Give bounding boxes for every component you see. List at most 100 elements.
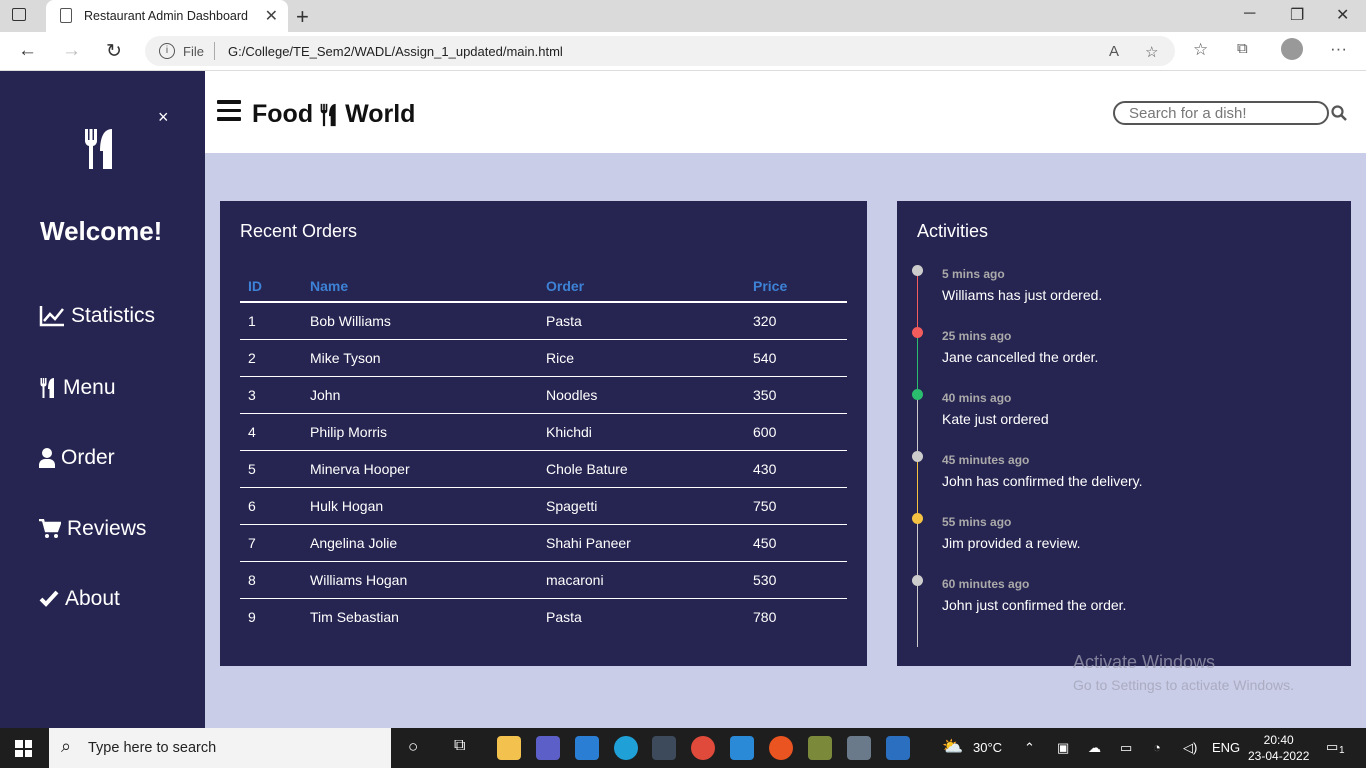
cell-price: 530	[745, 561, 847, 599]
cell-id: 7	[240, 524, 302, 562]
timeline-connector	[917, 461, 918, 517]
activity-time: 55 mins ago	[942, 515, 1012, 529]
cell-id: 9	[248, 608, 256, 625]
sidebar-item-about[interactable]: About	[39, 587, 120, 611]
cell-name: Mike Tyson	[302, 339, 538, 377]
collections-icon[interactable]: ⧉	[1237, 40, 1248, 57]
read-aloud-icon[interactable]: A	[1109, 43, 1119, 60]
new-tab-icon[interactable]: +	[296, 4, 309, 30]
table-row: 5 Minerva Hooper Chole Bature 430	[240, 450, 847, 488]
window-app-icon[interactable]	[886, 736, 910, 760]
timeline-connector	[917, 523, 918, 579]
teams-icon[interactable]	[536, 736, 560, 760]
app-icon[interactable]	[808, 736, 832, 760]
chart-line-icon	[39, 306, 64, 327]
file-explorer-icon[interactable]	[497, 736, 521, 760]
wifi-icon[interactable]: ◔	[1153, 740, 1161, 755]
cell-price: 600	[745, 413, 847, 451]
table-row: 9 Tim Sebastian Pasta 780	[240, 598, 847, 635]
meet-now-icon[interactable]: ▣	[1057, 740, 1069, 756]
forward-icon[interactable]: →	[62, 40, 81, 62]
user-icon	[39, 448, 55, 468]
activity-time: 5 mins ago	[942, 267, 1005, 281]
sidebar-item-label: Statistics	[71, 304, 156, 327]
timeline-dot	[912, 513, 923, 524]
sidebar-item-menu[interactable]: Menu	[39, 376, 116, 400]
task-view-icon[interactable]: ⧉	[454, 737, 465, 755]
activate-windows-hint: Go to Settings to activate Windows.	[1073, 677, 1294, 693]
activity-text: Jim provided a review.	[942, 535, 1081, 551]
weather-icon[interactable]: ⛅	[942, 737, 963, 757]
table-header-row: ID Name Order Price	[240, 271, 847, 303]
show-hidden-icons-icon[interactable]: ⌃	[1024, 740, 1035, 756]
url-divider	[214, 42, 215, 60]
windows-start-icon[interactable]	[15, 740, 32, 757]
cell-price: 780	[753, 608, 777, 625]
add-favorite-icon[interactable]: ☆	[1145, 43, 1158, 61]
restore-icon[interactable]: ❐	[1290, 5, 1304, 25]
tab-actions-icon[interactable]	[12, 8, 26, 21]
timeline-connector	[917, 275, 918, 331]
sidebar-item-order[interactable]: Order	[39, 446, 115, 470]
cortana-icon[interactable]: ○	[408, 737, 418, 757]
activity-time: 60 minutes ago	[942, 577, 1030, 591]
ubuntu-icon[interactable]	[769, 736, 793, 760]
cell-price: 540	[745, 339, 847, 377]
chrome-icon[interactable]	[691, 736, 715, 760]
activity-time: 40 mins ago	[942, 391, 1012, 405]
sidebar-close-icon[interactable]: ×	[158, 107, 169, 128]
vscode-icon[interactable]	[730, 736, 754, 760]
cell-id: 1	[240, 302, 302, 340]
windows-taskbar: ⌕ Type here to search ○ ⧉ ⛅ 30°C ⌃ ▣ ☁ ▭…	[0, 728, 1366, 768]
control-panel-icon[interactable]	[847, 736, 871, 760]
battery-icon[interactable]: ▭	[1120, 740, 1132, 756]
more-options-icon[interactable]: ···	[1330, 39, 1347, 59]
info-icon[interactable]: i	[159, 43, 175, 59]
cell-price: 450	[745, 524, 847, 562]
volume-icon[interactable]: ◁)	[1183, 740, 1197, 756]
recent-orders-panel: Recent Orders ID Name Order Price 1 Bob W…	[220, 201, 867, 666]
profile-avatar[interactable]	[1281, 38, 1303, 60]
cell-price: 320	[745, 302, 847, 340]
table-row: 8 Williams Hogan macaroni 530	[240, 561, 847, 599]
table-row: 1 Bob Williams Pasta 320	[240, 302, 847, 340]
virtualbox-icon[interactable]	[652, 736, 676, 760]
cell-id: 6	[240, 487, 302, 525]
orders-table: ID Name Order Price 1 Bob Williams Pasta 32…	[240, 271, 847, 635]
onedrive-icon[interactable]: ☁	[1088, 740, 1101, 756]
address-bar[interactable]: i File G:/College/TE_Sem2/WADL/Assign_1_…	[145, 36, 1175, 66]
sidebar-item-reviews[interactable]: Reviews	[39, 517, 146, 541]
back-icon[interactable]: ←	[18, 40, 37, 62]
sidebar-item-label: Reviews	[67, 517, 147, 540]
taskbar-search-box[interactable]: ⌕ Type here to search	[49, 728, 391, 768]
browser-tab[interactable]: Restaurant Admin Dashboard ✕	[46, 0, 288, 32]
cell-order: Rice	[538, 339, 745, 377]
tab-close-icon[interactable]: ✕	[265, 6, 278, 26]
edge-icon[interactable]	[614, 736, 638, 760]
system-clock[interactable]: 20:40 23-04-2022	[1248, 732, 1309, 764]
cell-name: Angelina Jolie	[302, 524, 538, 562]
window-close-icon[interactable]: ✕	[1336, 5, 1349, 25]
weather-temperature[interactable]: 30°C	[973, 740, 1002, 755]
cell-name: Minerva Hooper	[302, 450, 538, 488]
favorites-icon[interactable]: ☆	[1193, 40, 1208, 60]
sidebar-item-statistics[interactable]: Statistics	[39, 304, 155, 328]
dish-search-input[interactable]	[1129, 105, 1329, 122]
activity-time: 25 mins ago	[942, 329, 1012, 343]
mail-icon[interactable]	[575, 736, 599, 760]
minimize-icon[interactable]: ─	[1244, 5, 1255, 23]
url-text[interactable]: G:/College/TE_Sem2/WADL/Assign_1_updated…	[228, 44, 563, 59]
cell-name: Philip Morris	[302, 413, 538, 451]
language-indicator[interactable]: ENG	[1212, 740, 1240, 755]
notification-icon[interactable]: ▭	[1326, 739, 1338, 755]
cart-icon	[39, 519, 61, 538]
table-row: 3 John Noodles 350	[240, 376, 847, 414]
tab-title: Restaurant Admin Dashboard	[84, 9, 248, 23]
refresh-icon[interactable]: ↻	[106, 40, 122, 63]
hamburger-menu-icon[interactable]	[217, 100, 241, 122]
recent-orders-title: Recent Orders	[240, 221, 358, 241]
check-icon	[39, 590, 59, 607]
activity-text: John just confirmed the order.	[942, 597, 1127, 613]
timeline-dot	[912, 265, 923, 276]
search-icon[interactable]	[1331, 105, 1347, 121]
